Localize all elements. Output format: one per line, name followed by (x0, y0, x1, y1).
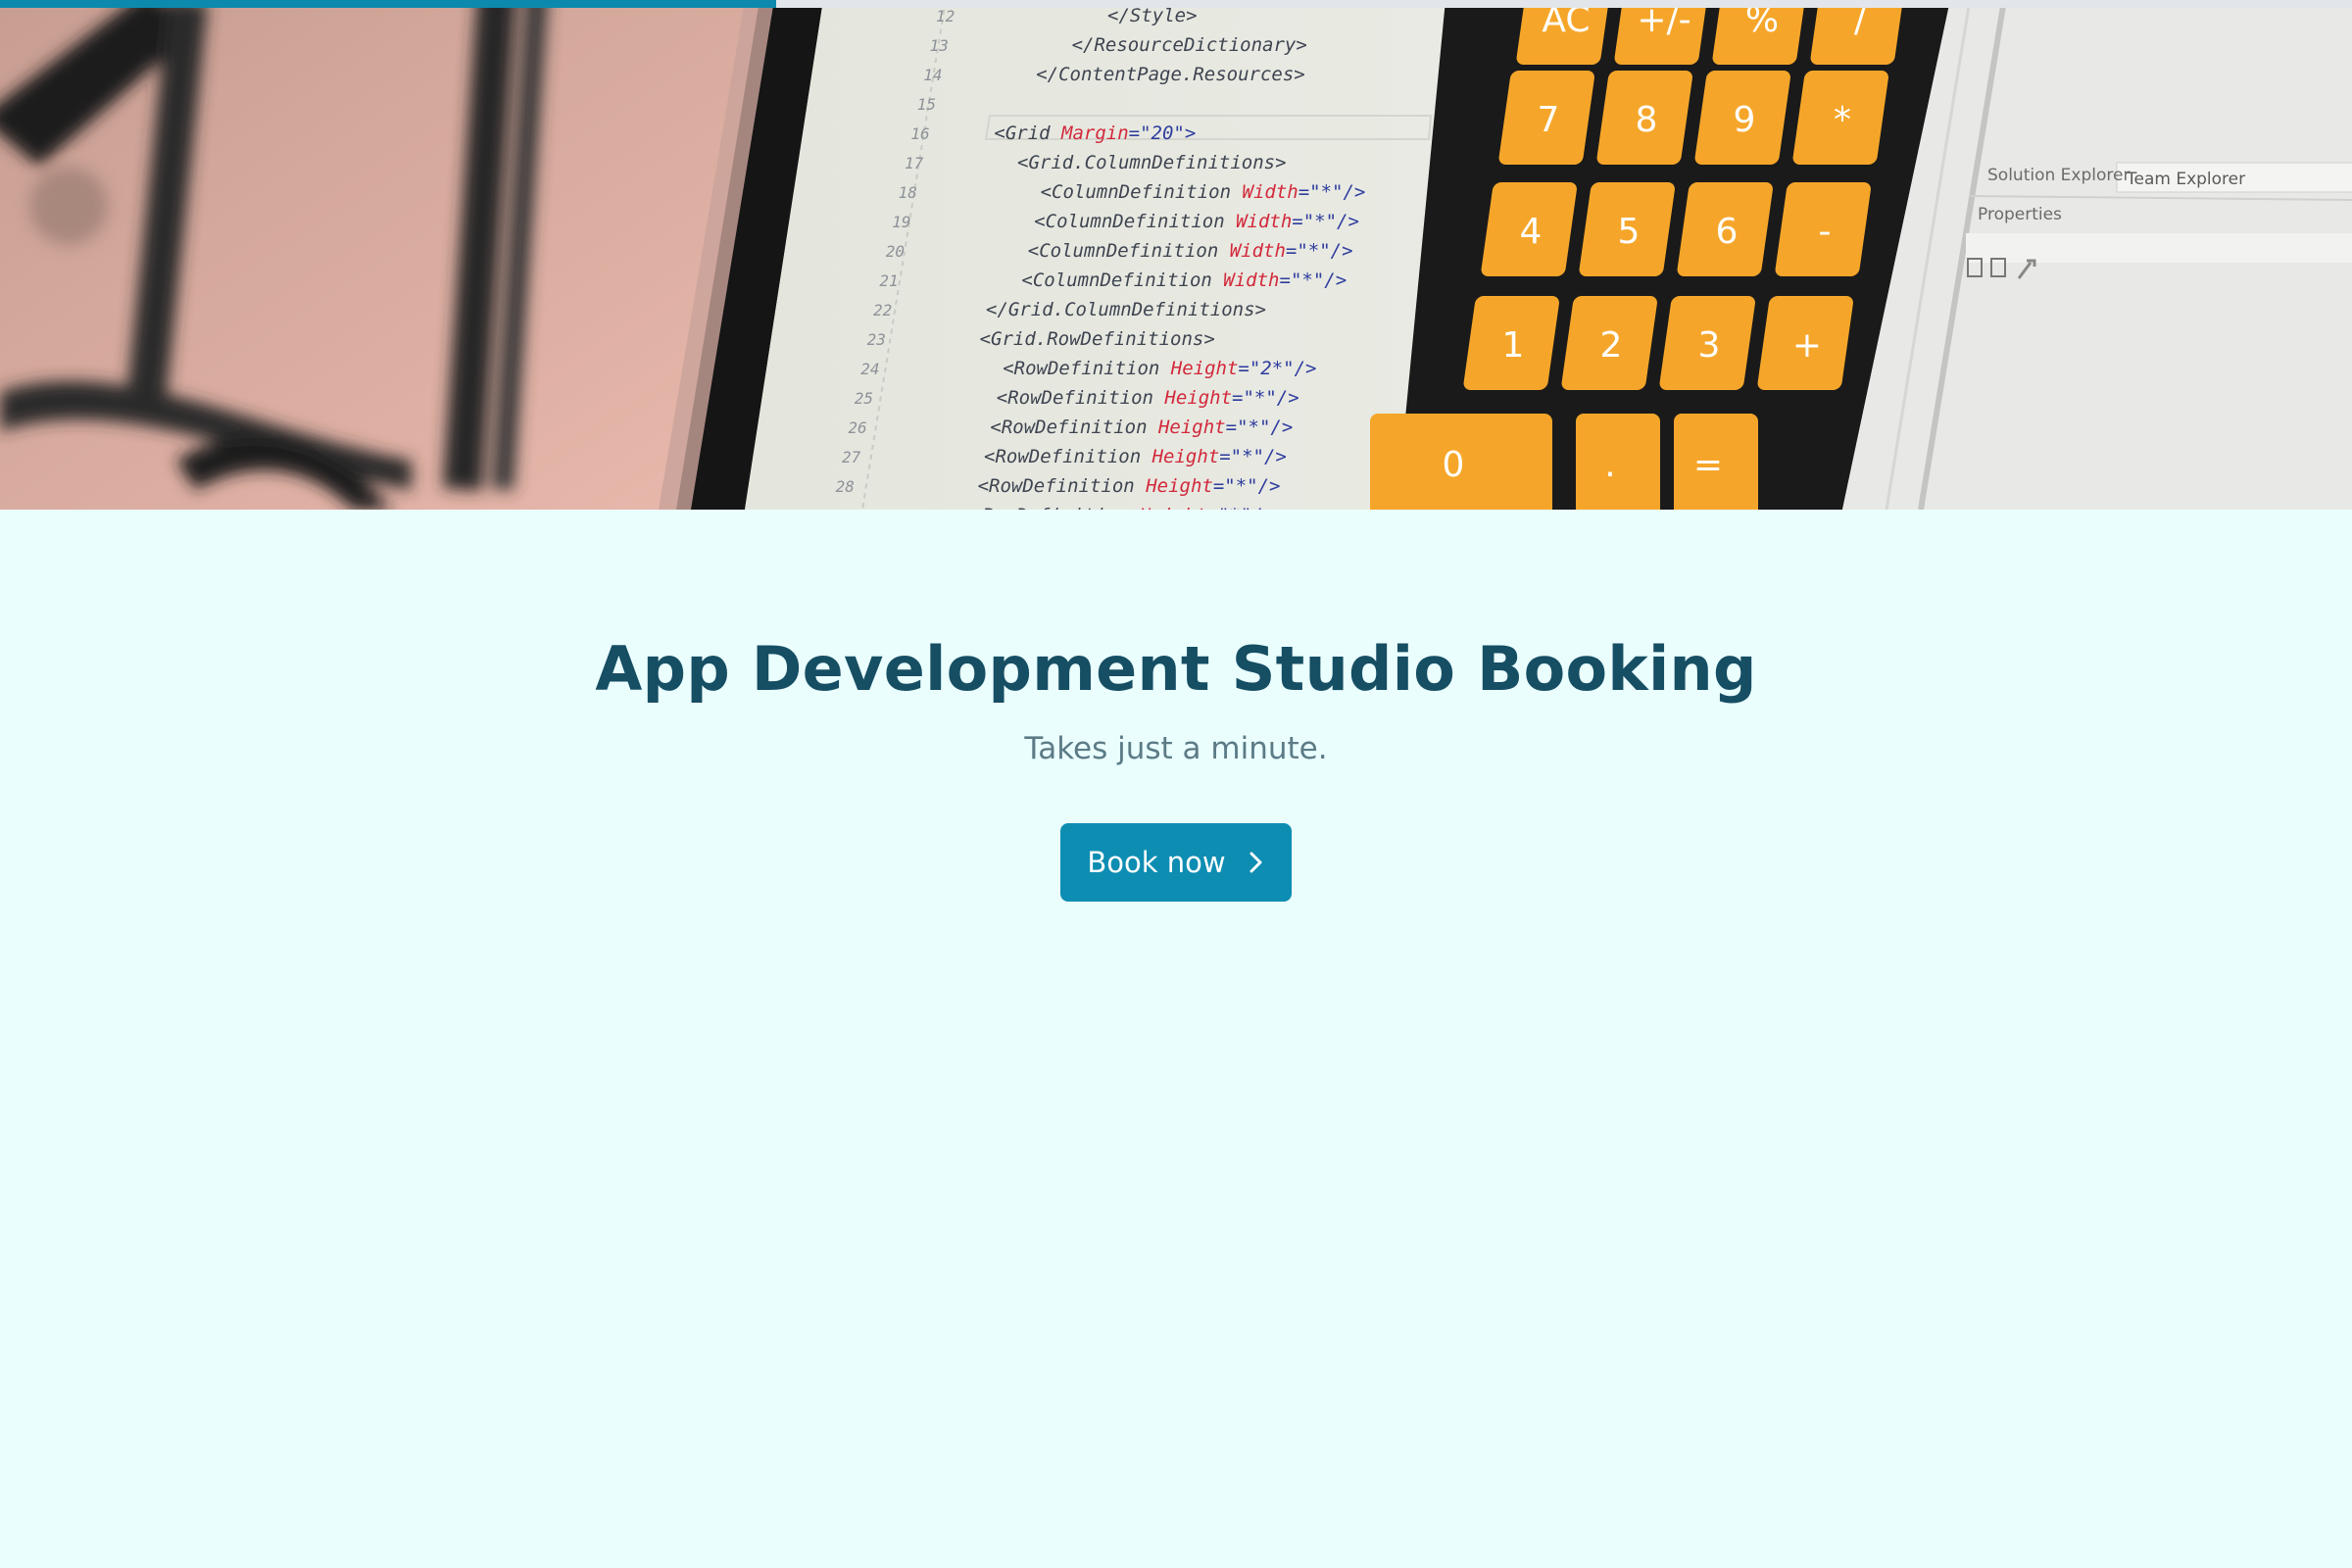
calculator-key-label: 5 (1618, 212, 1641, 252)
code-line-text: <RowDefinition Height="*"/> (990, 416, 1293, 438)
calculator-key-label: 6 (1716, 212, 1739, 252)
page-subtitle: Takes just a minute. (1024, 731, 1328, 766)
calculator-key-label: = (1693, 445, 1723, 485)
code-line-number: 20 (886, 242, 905, 261)
code-line-number: 21 (879, 271, 898, 290)
book-now-label: Book now (1087, 846, 1226, 879)
code-line-number: 27 (842, 448, 861, 466)
calculator-key-label: 2 (1600, 325, 1623, 366)
code-line-number: 16 (910, 124, 929, 143)
booking-intro: App Development Studio Booking Takes jus… (0, 510, 2352, 1568)
ide-tab-team-explorer: Team Explorer (2126, 170, 2245, 189)
code-line-text: <Grid.ColumnDefinitions> (1017, 152, 1287, 173)
code-line-text: <Grid.RowDefinitions> (980, 328, 1215, 350)
code-line-text: <ColumnDefinition Width="*"/> (1034, 211, 1359, 232)
progress-fill (0, 0, 776, 8)
code-line-number: 23 (867, 330, 886, 349)
calculator-key-label: 4 (1520, 212, 1543, 252)
calculator-key-label: 3 (1698, 325, 1721, 366)
code-line-number: 14 (923, 66, 942, 84)
code-line-text: <RowDefinition Height="2*"/> (1003, 358, 1316, 379)
code-line-text: <RowDefinition Height="*"/> (997, 387, 1299, 409)
code-line-text: <ColumnDefinition Width="*"/> (1041, 181, 1366, 203)
calculator-key-label: 7 (1538, 100, 1560, 140)
calculator-key-label: 8 (1636, 100, 1658, 140)
chevron-right-icon (1248, 850, 1265, 875)
calculator-key-label: 1 (1502, 325, 1525, 366)
book-now-button[interactable]: Book now (1060, 823, 1292, 902)
code-line-text: </ResourceDictionary> (1072, 34, 1307, 56)
code-line-number: 22 (873, 301, 892, 319)
calculator-key-label: - (1819, 212, 1832, 252)
calculator-key-label: 0 (1443, 445, 1465, 485)
code-line-number: 18 (899, 183, 917, 202)
code-line-number: 26 (848, 418, 866, 437)
code-line-number: 19 (892, 213, 910, 231)
code-line-text: <RowDefinition Height="*"/> (978, 475, 1281, 497)
hero-photo-illustration: 12 </Style>13 </ResourceDictionary>14 </Con… (0, 0, 2352, 510)
calculator-key-label: 9 (1734, 100, 1756, 140)
ide-properties-label: Properties (1978, 205, 2062, 224)
code-line-text: <ColumnDefinition Width="*"/> (1021, 270, 1347, 291)
code-line-number: 13 (930, 36, 949, 55)
code-line-number: 28 (836, 477, 855, 496)
code-line-text: </ContentPage.Resources> (1036, 64, 1305, 85)
code-line-text: <RowDefinition Height="*"/> (984, 446, 1287, 467)
code-line-number: 12 (936, 7, 955, 25)
code-line-number: 25 (855, 389, 873, 408)
code-line-number: 17 (905, 154, 924, 172)
calculator-key (1576, 414, 1660, 510)
hero-image: 12 </Style> 13 </ResourceDictionary> 14 </Con… (0, 0, 2352, 510)
code-line-text: <Grid Margin="20"> (994, 122, 1196, 144)
page-title: App Development Studio Booking (595, 633, 1757, 705)
calculator-key-label: . (1604, 445, 1615, 485)
code-line-text: </Style> (1107, 5, 1198, 26)
calculator-key-label: * (1834, 100, 1851, 140)
calculator-key-label: + (1792, 325, 1822, 366)
code-line-text: <ColumnDefinition Width="*"/> (1028, 240, 1353, 262)
code-line-text: </Grid.ColumnDefinitions> (986, 299, 1266, 320)
code-line-number: 15 (917, 95, 936, 114)
ide-tab-solution-explorer: Solution Explorer (1987, 166, 2130, 185)
progress-bar (0, 0, 2352, 8)
code-line-number: 24 (860, 360, 879, 378)
